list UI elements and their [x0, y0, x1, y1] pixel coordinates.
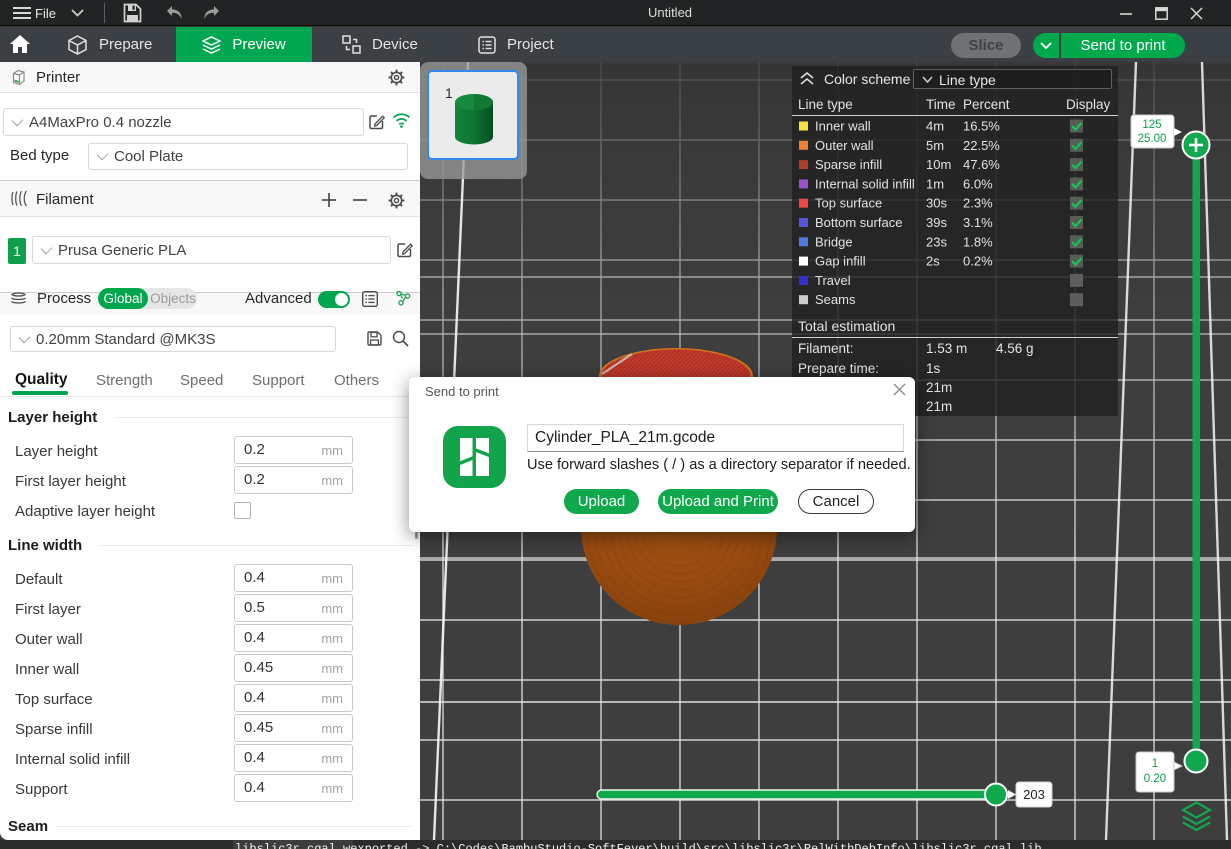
- svg-text:10m: 10m: [926, 157, 951, 172]
- svg-text:2.3%: 2.3%: [963, 196, 993, 211]
- svg-text:Travel: Travel: [815, 273, 851, 288]
- svg-text:2s: 2s: [926, 254, 940, 269]
- svg-text:23s: 23s: [926, 234, 947, 249]
- svg-text:Gap infill: Gap infill: [815, 254, 866, 269]
- svg-text:Seams: Seams: [815, 292, 856, 307]
- svg-text:25.00: 25.00: [1138, 133, 1167, 145]
- svg-text:Bottom surface: Bottom surface: [815, 215, 902, 230]
- svg-text:4m: 4m: [926, 119, 944, 134]
- svg-text:1m: 1m: [926, 176, 944, 191]
- svg-text:3.1%: 3.1%: [963, 215, 993, 230]
- svg-text:Internal solid infill: Internal solid infill: [815, 176, 915, 191]
- svg-text:5m: 5m: [926, 138, 944, 153]
- svg-text:39s: 39s: [926, 215, 947, 230]
- svg-text:Outer wall: Outer wall: [815, 138, 874, 153]
- svg-text:Bridge: Bridge: [815, 234, 853, 249]
- svg-text:Top surface: Top surface: [815, 196, 882, 211]
- svg-text:Sparse infill: Sparse infill: [815, 157, 882, 172]
- svg-text:203: 203: [1023, 787, 1045, 802]
- svg-text:125: 125: [1142, 119, 1161, 131]
- svg-text:22.5%: 22.5%: [963, 138, 1000, 153]
- svg-text:1: 1: [1152, 758, 1158, 770]
- svg-text:Inner wall: Inner wall: [815, 119, 871, 134]
- svg-text:47.6%: 47.6%: [963, 157, 1000, 172]
- svg-text:30s: 30s: [926, 196, 947, 211]
- svg-text:0.2%: 0.2%: [963, 254, 993, 269]
- svg-text:1.8%: 1.8%: [963, 234, 993, 249]
- svg-text:16.5%: 16.5%: [963, 119, 1000, 134]
- svg-text:0.20: 0.20: [1144, 773, 1166, 785]
- svg-text:6.0%: 6.0%: [963, 176, 993, 191]
